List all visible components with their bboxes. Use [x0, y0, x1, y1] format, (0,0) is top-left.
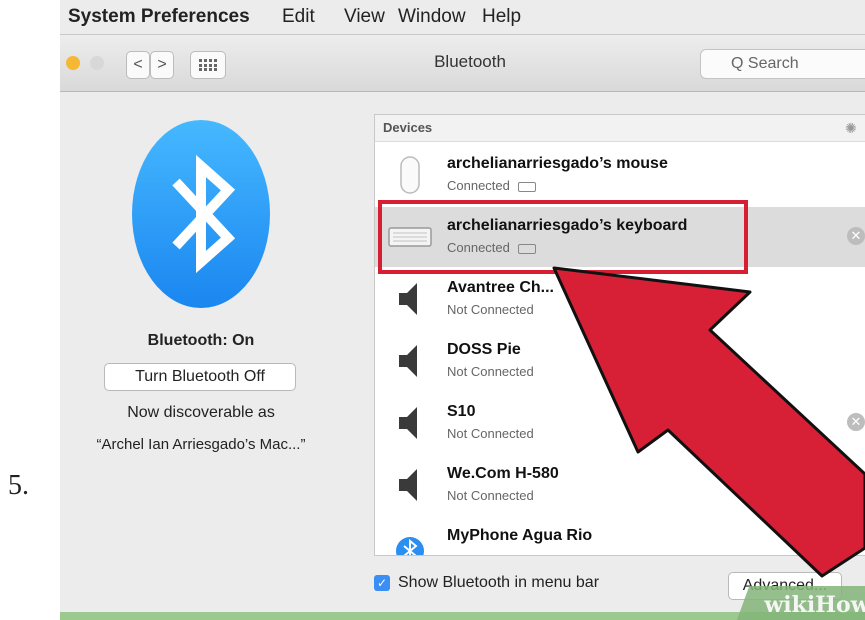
wikihow-watermark: wikiHow — [734, 586, 865, 620]
screenshot-frame: System Preferences Edit View Window Help… — [60, 0, 865, 620]
step-number: 5. — [8, 470, 29, 501]
watermark-text: wikiHow — [764, 592, 865, 618]
pointer-arrow-icon — [552, 266, 865, 578]
